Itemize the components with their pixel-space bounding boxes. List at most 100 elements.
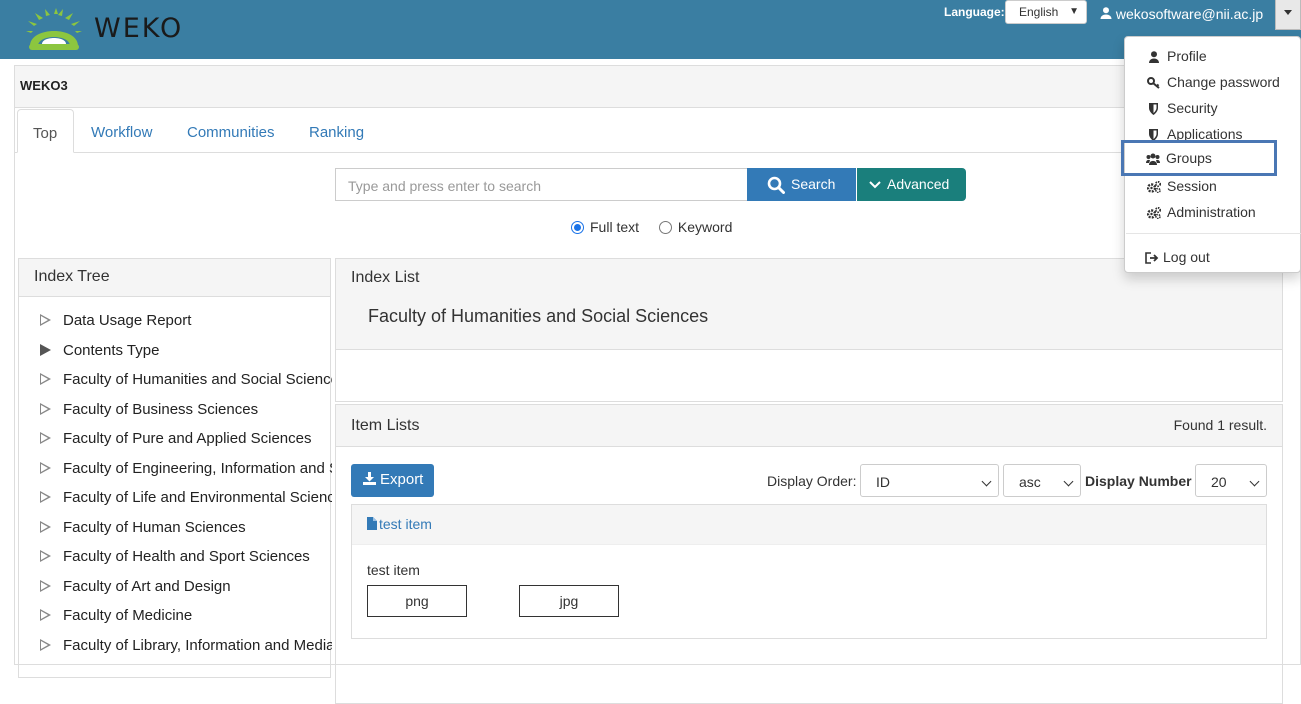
expand-icon[interactable] — [40, 461, 51, 474]
export-button[interactable]: Export — [351, 464, 434, 497]
top-header: WEKO Language: English ▼ wekosoftware@ni… — [0, 0, 1301, 59]
menu-item-logout[interactable]: Log out — [1125, 244, 1300, 270]
menu-item-label: Administration — [1167, 204, 1256, 220]
sign-out-icon — [1145, 252, 1159, 264]
tree-item-label[interactable]: Faculty of Life and Environmental Scienc… — [63, 489, 332, 506]
tree-item[interactable]: Faculty of Library, Information and Medi… — [19, 637, 332, 667]
expand-icon[interactable] — [40, 491, 51, 503]
item-lists-title: Item Lists — [351, 417, 420, 434]
index-tree-list: Data Usage Report Contents Type Faculty … — [19, 312, 332, 666]
gears-icon — [1147, 207, 1161, 219]
user-menu-toggle[interactable] — [1275, 0, 1301, 30]
menu-item-administration[interactable]: Administration — [1125, 199, 1300, 225]
tree-item[interactable]: Faculty of Business Sciences — [19, 401, 332, 431]
menu-item-label: Profile — [1167, 48, 1207, 64]
tree-item[interactable]: Faculty of Life and Environmental Scienc… — [19, 489, 332, 519]
sort-direction-value: asc — [1019, 474, 1041, 490]
key-icon — [1147, 77, 1160, 89]
display-order-select[interactable]: ID — [860, 464, 999, 497]
expand-icon[interactable] — [40, 314, 51, 326]
menu-item-security[interactable]: Security — [1125, 95, 1300, 121]
search-icon — [767, 176, 785, 195]
menu-item-change-password[interactable]: Change password — [1125, 69, 1300, 95]
tree-item-label[interactable]: Faculty of Human Sciences — [63, 519, 246, 536]
tab-top[interactable]: Top — [17, 109, 74, 153]
tree-item[interactable]: Faculty of Human Sciences — [19, 519, 332, 549]
search-type-options: Full text Keyword — [571, 219, 732, 235]
chevron-down-icon — [869, 181, 881, 189]
main-tabs: Top Workflow Communities Ranking — [15, 109, 1300, 153]
weko-logo-icon[interactable] — [26, 8, 82, 52]
menu-divider — [1126, 233, 1301, 234]
expand-icon[interactable] — [40, 579, 51, 592]
file-format-png[interactable]: png — [367, 585, 467, 617]
advanced-button-label: Advanced — [887, 176, 950, 192]
tab-workflow[interactable]: Workflow — [91, 109, 152, 153]
menu-item-groups[interactable]: Groups — [1121, 140, 1277, 176]
tree-item-label[interactable]: Data Usage Report — [63, 312, 191, 329]
display-number-select[interactable]: 20 — [1195, 464, 1267, 497]
tree-item-label[interactable]: Faculty of Health and Sport Sciences — [63, 548, 310, 565]
tree-item[interactable]: Faculty of Engineering, Information and … — [19, 460, 332, 490]
caret-down-icon — [1284, 10, 1292, 15]
tree-item-label[interactable]: Faculty of Business Sciences — [63, 401, 258, 418]
tree-item[interactable]: Faculty of Medicine — [19, 607, 332, 637]
tree-item-label[interactable]: Faculty of Pure and Applied Sciences — [63, 430, 311, 447]
expand-icon[interactable] — [40, 520, 51, 533]
expand-icon[interactable] — [40, 550, 51, 562]
chevron-down-icon: ▼ — [1069, 6, 1079, 17]
chevron-down-icon — [1249, 476, 1260, 487]
display-number-label: Display Number — [1085, 473, 1192, 489]
keyword-option[interactable]: Keyword — [658, 219, 732, 235]
tree-item[interactable]: Data Usage Report — [19, 312, 332, 342]
list-item: test item test item png jpg — [351, 504, 1267, 639]
item-title-link[interactable]: test item — [379, 516, 432, 532]
brand-name: WEKO — [94, 13, 184, 44]
sort-direction-select[interactable]: asc — [1003, 464, 1081, 497]
menu-item-label: Session — [1167, 178, 1217, 194]
expand-icon[interactable] — [40, 343, 51, 356]
tree-item[interactable]: Faculty of Humanities and Social Science… — [19, 371, 332, 401]
display-order-value: ID — [876, 474, 890, 490]
display-number-value: 20 — [1211, 474, 1227, 490]
main-panel: WEKO3 Top Workflow Communities Ranking T… — [14, 65, 1301, 704]
user-dropdown-menu: Profile Change password Security Applica… — [1121, 36, 1301, 273]
expand-icon[interactable] — [40, 609, 51, 621]
index-tree-title: Index Tree — [19, 259, 330, 297]
tree-item[interactable]: Faculty of Art and Design — [19, 578, 332, 608]
tab-communities[interactable]: Communities — [187, 109, 275, 153]
search-button[interactable]: Search — [747, 168, 856, 201]
tree-item-label[interactable]: Contents Type — [63, 342, 159, 359]
item-card-header: test item — [352, 505, 1266, 545]
item-lists-panel: Item Lists Found 1 result. Export Displa… — [335, 404, 1283, 704]
expand-icon[interactable] — [40, 432, 51, 444]
tab-ranking[interactable]: Ranking — [309, 109, 364, 153]
menu-item-profile[interactable]: Profile — [1125, 43, 1300, 69]
display-order-label: Display Order: — [767, 473, 857, 489]
expand-icon[interactable] — [40, 373, 51, 385]
menu-item-session[interactable]: Session — [1125, 173, 1300, 199]
tree-item-label[interactable]: Faculty of Art and Design — [63, 578, 231, 595]
fulltext-option[interactable]: Full text — [571, 219, 639, 235]
expand-icon[interactable] — [40, 402, 51, 415]
user-account-link[interactable]: wekosoftware@nii.ac.jp — [1100, 6, 1263, 22]
tree-item[interactable]: Faculty of Pure and Applied Sciences — [19, 430, 332, 460]
index-list-panel: Index List Faculty of Humanities and Soc… — [335, 258, 1283, 402]
chevron-down-icon — [981, 476, 992, 487]
item-lists-header: Item Lists Found 1 result. — [336, 405, 1282, 447]
advanced-search-button[interactable]: Advanced — [857, 168, 966, 201]
file-format-jpg[interactable]: jpg — [519, 585, 619, 617]
tree-item[interactable]: Faculty of Health and Sport Sciences — [19, 548, 332, 578]
panel-title-bar: WEKO3 — [15, 66, 1300, 108]
keyword-radio[interactable] — [658, 221, 672, 234]
tree-item-label[interactable]: Faculty of Medicine — [63, 607, 192, 624]
expand-icon[interactable] — [40, 638, 51, 651]
tree-item[interactable]: Contents Type — [19, 342, 332, 372]
tree-item-label[interactable]: Faculty of Engineering, Information and … — [63, 460, 332, 477]
result-count: Found 1 result. — [1173, 417, 1267, 433]
language-select[interactable]: English ▼ — [1005, 0, 1087, 24]
tree-item-label[interactable]: Faculty of Humanities and Social Science… — [63, 371, 332, 388]
page-title: WEKO3 — [20, 78, 68, 93]
fulltext-radio[interactable] — [571, 221, 584, 234]
search-input[interactable]: Type and press enter to search — [335, 168, 748, 201]
